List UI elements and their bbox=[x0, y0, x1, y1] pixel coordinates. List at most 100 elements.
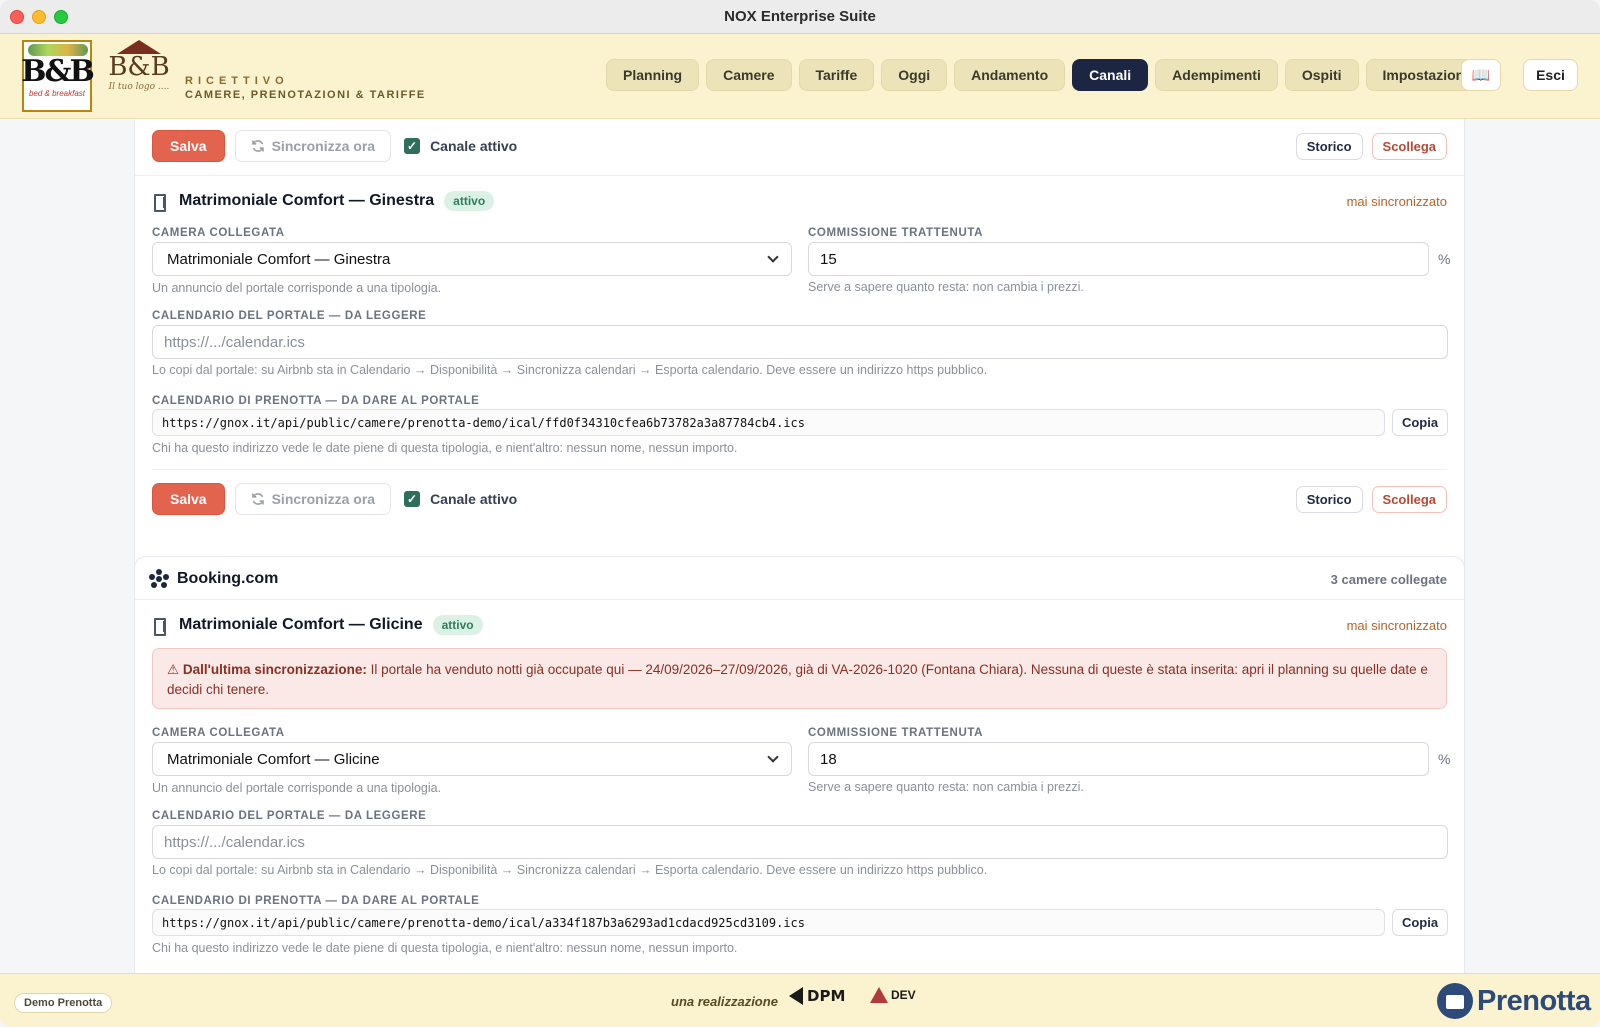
unlink-button[interactable]: Scollega bbox=[1371, 132, 1447, 160]
linked-rooms-count: 3 camere collegate bbox=[1330, 571, 1447, 587]
channel-active-checkbox[interactable]: ✓ Canale attivo bbox=[404, 138, 517, 154]
divider bbox=[135, 599, 1464, 600]
tab-canali[interactable]: Canali bbox=[1072, 59, 1149, 91]
window-controls bbox=[10, 10, 68, 24]
manual-book-button[interactable]: 📖 bbox=[1461, 59, 1501, 91]
save-button[interactable]: Salva bbox=[152, 483, 225, 515]
bb-logo-sub: bed & breakfast bbox=[28, 89, 86, 98]
dev-triangle-icon bbox=[870, 987, 888, 1003]
percent-sign: % bbox=[1438, 751, 1451, 767]
channel-header: Booking.com 3 camere collegate bbox=[149, 567, 1447, 591]
history-button[interactable]: Storico bbox=[1295, 485, 1363, 513]
sync-now-button[interactable]: Sincronizza ora bbox=[234, 130, 392, 162]
divider bbox=[135, 175, 1464, 176]
main-content[interactable]: Salva Sincronizza ora ✓ Canale attivo St… bbox=[0, 119, 1600, 973]
booking-icon bbox=[149, 569, 169, 589]
tab-planning[interactable]: Planning bbox=[606, 59, 700, 91]
portal-calendar-input[interactable]: https://.../calendar.ics bbox=[152, 325, 1448, 359]
prenotta-logo-text: Prenotta bbox=[1477, 984, 1591, 1017]
logo-leaves bbox=[28, 44, 88, 56]
sync-now-button[interactable]: Sincronizza ora bbox=[234, 483, 392, 515]
prenotta-logo: Prenotta bbox=[1437, 983, 1591, 1019]
credit-text: una realizzazione bbox=[671, 994, 778, 1009]
app-window: NOX Enterprise Suite B&B bed & breakfast… bbox=[0, 0, 1600, 1027]
main-nav: Planning Camere Tariffe Oggi Andamento C… bbox=[606, 59, 1486, 91]
minimize-window-button[interactable] bbox=[32, 10, 46, 24]
maximize-window-button[interactable] bbox=[54, 10, 68, 24]
title-bar: NOX Enterprise Suite bbox=[0, 0, 1600, 34]
tab-andamento[interactable]: Andamento bbox=[954, 59, 1066, 91]
prenotta-calendar-url[interactable]: https://gnox.it/api/public/camere/prenot… bbox=[152, 409, 1385, 436]
tab-adempimenti[interactable]: Adempimenti bbox=[1155, 59, 1278, 91]
sync-state: mai sincronizzato bbox=[1346, 617, 1447, 633]
portal-calendar-hint: Lo copi dal portale: su Airbnb sta in Ca… bbox=[152, 863, 988, 877]
save-button[interactable]: Salva bbox=[152, 130, 225, 162]
portal-calendar-input[interactable]: https://.../calendar.ics bbox=[152, 825, 1448, 859]
channel-name: Booking.com bbox=[177, 570, 279, 587]
dpm-logo: DPM bbox=[789, 987, 845, 1005]
linked-room-select[interactable]: Matrimoniale Comfort — Ginestra bbox=[152, 242, 792, 276]
status-badge: attivo bbox=[444, 191, 495, 211]
overbooking-alert: ⚠ Dall'ultima sincronizzazione: Il porta… bbox=[152, 648, 1447, 709]
channel-card-booking: Booking.com 3 camere collegate Matrimoni… bbox=[134, 556, 1465, 973]
linked-room-label: CAMERA COLLEGATA bbox=[152, 727, 285, 739]
tab-oggi[interactable]: Oggi bbox=[881, 59, 948, 91]
brand-text: RICETTIVO CAMERE, PRENOTAZIONI & TARIFFE bbox=[185, 75, 426, 101]
brand-line-1: RICETTIVO bbox=[185, 75, 289, 87]
window-title: NOX Enterprise Suite bbox=[724, 8, 876, 25]
room-title: Matrimoniale Comfort — Glicine bbox=[179, 616, 423, 633]
linked-room-hint: Un annuncio del portale corrisponde a un… bbox=[152, 281, 442, 295]
prenotta-house-icon bbox=[1437, 983, 1473, 1019]
prenotta-calendar-hint: Chi ha questo indirizzo vede le date pie… bbox=[152, 441, 738, 455]
unlink-button[interactable]: Scollega bbox=[1371, 485, 1447, 513]
door-icon bbox=[152, 617, 168, 636]
commission-input[interactable]: 18 bbox=[808, 742, 1429, 776]
commission-input[interactable]: 15 bbox=[808, 242, 1429, 276]
linked-room-value: Matrimoniale Comfort — Glicine bbox=[167, 750, 380, 768]
channel-active-label: Canale attivo bbox=[430, 138, 518, 154]
logout-button[interactable]: Esci bbox=[1523, 59, 1578, 91]
bb-logo-mark: B&B bbox=[21, 54, 95, 89]
portal-calendar-label: CALENDARIO DEL PORTALE — DA LEGGERE bbox=[152, 310, 427, 322]
commission-hint: Serve a sapere quanto resta: non cambia … bbox=[808, 280, 1084, 294]
prenotta-calendar-hint: Chi ha questo indirizzo vede le date pie… bbox=[152, 941, 738, 955]
chevron-down-icon bbox=[767, 751, 779, 763]
room-header: Matrimoniale Comfort — Ginestra attivo m… bbox=[152, 189, 1447, 213]
actions-row-bottom: Salva Sincronizza ora ✓ Canale attivo St… bbox=[152, 482, 1447, 516]
percent-sign: % bbox=[1438, 251, 1451, 267]
book-icon: 📖 bbox=[1471, 67, 1491, 84]
app-header: B&B bed & breakfast B&B Il tuo logo ....… bbox=[0, 34, 1600, 119]
bb-logo: B&B bed & breakfast bbox=[21, 40, 95, 112]
portal-calendar-label: CALENDARIO DEL PORTALE — DA LEGGERE bbox=[152, 810, 427, 822]
divider bbox=[152, 469, 1447, 470]
close-window-button[interactable] bbox=[10, 10, 24, 24]
tab-ospiti[interactable]: Ospiti bbox=[1284, 59, 1359, 91]
refresh-icon bbox=[251, 493, 264, 505]
app-footer: Demo Prenotta una realizzazione DPM DEV … bbox=[0, 973, 1600, 1027]
history-button[interactable]: Storico bbox=[1295, 132, 1363, 160]
tab-camere[interactable]: Camere bbox=[706, 59, 792, 91]
linked-room-value: Matrimoniale Comfort — Ginestra bbox=[167, 250, 391, 268]
actions-row-top: Salva Sincronizza ora ✓ Canale attivo St… bbox=[152, 129, 1447, 163]
prenotta-calendar-label: CALENDARIO DI PRENOTTA — DA DARE AL PORT… bbox=[152, 395, 480, 407]
right-actions: Storico Scollega bbox=[1295, 485, 1447, 513]
sync-now-label: Sincronizza ora bbox=[271, 138, 376, 154]
linked-room-hint: Un annuncio del portale corrisponde a un… bbox=[152, 781, 442, 795]
channel-active-checkbox[interactable]: ✓ Canale attivo bbox=[404, 491, 517, 507]
chevron-down-icon bbox=[767, 251, 779, 263]
room-header: Matrimoniale Comfort — Glicine attivo ma… bbox=[152, 613, 1447, 637]
custom-logo-sub: Il tuo logo .... bbox=[108, 82, 170, 92]
linked-room-label: CAMERA COLLEGATA bbox=[152, 227, 285, 239]
linked-room-select[interactable]: Matrimoniale Comfort — Glicine bbox=[152, 742, 792, 776]
demo-badge: Demo Prenotta bbox=[14, 993, 113, 1013]
checkmark-icon: ✓ bbox=[404, 138, 421, 154]
tab-tariffe[interactable]: Tariffe bbox=[798, 59, 875, 91]
dev-logo: DEV bbox=[870, 987, 916, 1003]
commission-label: COMMISSIONE TRATTENUTA bbox=[808, 227, 984, 239]
sync-now-label: Sincronizza ora bbox=[271, 491, 376, 507]
refresh-icon bbox=[251, 140, 264, 152]
copy-button[interactable]: Copia bbox=[1392, 409, 1448, 436]
copy-button[interactable]: Copia bbox=[1392, 909, 1448, 936]
door-icon bbox=[152, 193, 168, 212]
prenotta-calendar-url[interactable]: https://gnox.it/api/public/camere/prenot… bbox=[152, 909, 1385, 936]
